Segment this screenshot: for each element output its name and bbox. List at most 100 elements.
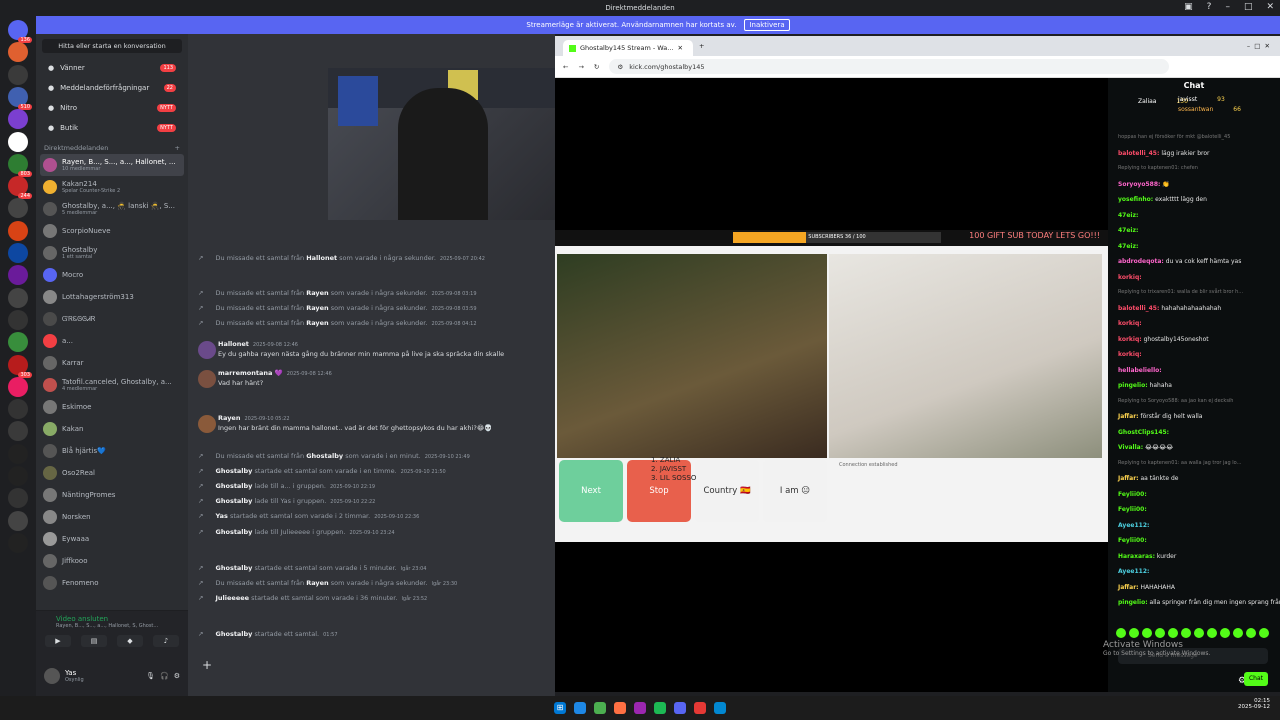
chat-username[interactable]: korkiq: xyxy=(1118,274,1142,281)
dm-item[interactable]: Blå hjärtis💙 xyxy=(36,440,188,462)
author-name[interactable]: Rayen xyxy=(218,414,240,422)
author-name[interactable]: Hallonet xyxy=(218,340,249,348)
chat-username[interactable]: Ayee112: xyxy=(1118,522,1149,529)
chat-username[interactable]: Feylii00: xyxy=(1118,491,1147,498)
nav-item[interactable]: ● Butik NYTT xyxy=(36,118,188,138)
firefox-icon[interactable] xyxy=(614,702,626,714)
dm-item[interactable]: Jiffkooo xyxy=(36,550,188,572)
server-icon[interactable] xyxy=(8,64,28,85)
chat-username[interactable]: korkiq: xyxy=(1118,336,1142,343)
avatar[interactable] xyxy=(198,415,216,433)
chat-username[interactable]: Feylii00: xyxy=(1118,506,1147,513)
chat-username[interactable]: GhostClips145: xyxy=(1118,429,1169,436)
tab-stream[interactable]: Ghostalby145 Stream - Wa... ✕ xyxy=(563,40,693,56)
country-button[interactable]: Country 🇪🇸 xyxy=(695,460,759,522)
server-icon[interactable] xyxy=(8,287,28,308)
next-button[interactable]: Next xyxy=(559,460,623,522)
dm-item[interactable]: Fenomeno xyxy=(36,572,188,594)
chat-username[interactable]: korkiq: xyxy=(1118,351,1142,358)
nav-item[interactable]: ● Nitro NYTT xyxy=(36,98,188,118)
server-icon[interactable]: 244 xyxy=(8,176,32,200)
server-icon[interactable]: 303 xyxy=(8,354,32,378)
chat-username[interactable]: pingelio: xyxy=(1118,382,1148,389)
new-tab-icon[interactable]: + xyxy=(699,42,704,50)
server-icon[interactable] xyxy=(8,332,28,353)
activity-icon[interactable]: ◆ xyxy=(117,635,143,647)
maximize-button[interactable]: □ xyxy=(1244,2,1253,12)
app-icon[interactable] xyxy=(574,702,586,714)
server-icon[interactable] xyxy=(8,131,28,152)
soundboard-icon[interactable]: ♪ xyxy=(153,635,179,647)
app-icon[interactable] xyxy=(634,702,646,714)
dm-item[interactable]: a... xyxy=(36,330,188,352)
chat-username[interactable]: pingelio: xyxy=(1118,599,1148,606)
site-info-icon[interactable]: ⚙ xyxy=(617,63,623,71)
dm-item[interactable]: ScorpioNueve xyxy=(36,220,188,242)
server-icon[interactable]: 136 xyxy=(8,20,32,43)
stream-player[interactable]: SUBSCRIBERS 36 / 100 100 GIFT SUB TODAY … xyxy=(555,78,1108,692)
server-icon[interactable] xyxy=(8,376,28,397)
avatar[interactable] xyxy=(198,341,216,359)
chat-username[interactable]: hellabeliello: xyxy=(1118,367,1162,374)
dm-item[interactable]: Oso2Real xyxy=(36,462,188,484)
server-icon[interactable] xyxy=(8,220,28,241)
chat-username[interactable]: balotelli_45: xyxy=(1118,150,1159,157)
chat-send-button[interactable]: Chat xyxy=(1244,672,1268,686)
chat-username[interactable]: abdrodeqota: xyxy=(1118,258,1164,265)
find-conversation-button[interactable]: Hitta eller starta en konversation xyxy=(42,39,182,53)
server-icon[interactable] xyxy=(8,421,28,442)
server-icon[interactable] xyxy=(8,443,28,464)
add-dm-icon[interactable]: + xyxy=(175,144,180,152)
minimize-button[interactable]: – xyxy=(1225,2,1230,12)
dm-item[interactable]: Eskimoe xyxy=(36,396,188,418)
chat-username[interactable]: Jaffar: xyxy=(1118,584,1139,591)
screen-share-icon[interactable]: ▤ xyxy=(81,635,107,647)
chat-username[interactable]: 47eiz: xyxy=(1118,227,1138,234)
forward-icon[interactable]: → xyxy=(578,63,583,71)
url-input[interactable]: ⚙ kick.com/ghostalby145 xyxy=(609,59,1170,74)
dm-item[interactable]: Mocro xyxy=(36,264,188,286)
close-tab-icon[interactable]: ✕ xyxy=(678,44,683,52)
server-icon[interactable] xyxy=(8,309,28,330)
chat-username[interactable]: Jaffar: xyxy=(1118,413,1139,420)
back-icon[interactable]: ← xyxy=(563,63,568,71)
webcam-video[interactable] xyxy=(328,68,555,220)
chat-username[interactable]: korkiq: xyxy=(1118,320,1142,327)
dm-item[interactable]: Lottahagerström313 xyxy=(36,286,188,308)
chat-username[interactable]: Feylii00: xyxy=(1118,537,1147,544)
server-icon[interactable]: 510 xyxy=(8,86,32,110)
dm-item[interactable]: Ghostalby, a..., 🥷 lanski 🥷, S... 5 medle… xyxy=(36,198,188,220)
discord-icon[interactable] xyxy=(674,702,686,714)
camera-icon[interactable]: ▶ xyxy=(45,635,71,647)
chat-username[interactable]: Vivalla: xyxy=(1118,444,1143,451)
headphones-icon[interactable]: 🎧 xyxy=(160,672,169,680)
dm-item[interactable]: NäntingPromes xyxy=(36,484,188,506)
server-icon[interactable] xyxy=(8,265,28,286)
avatar[interactable] xyxy=(198,370,216,388)
i-am-button[interactable]: I am 😐 xyxy=(763,460,827,522)
dm-item[interactable]: Kakan214 Spelar Counter-Strike 2 xyxy=(36,176,188,198)
author-name[interactable]: marremontana 💜 xyxy=(218,369,283,377)
leaderboard-entry[interactable]: javisst 93 xyxy=(1178,96,1225,103)
server-icon[interactable] xyxy=(8,42,28,63)
server-icon[interactable] xyxy=(8,510,28,531)
chat-username[interactable]: 47eiz: xyxy=(1118,212,1138,219)
server-icon[interactable] xyxy=(8,466,28,486)
chat-username[interactable]: Soryoyo588: xyxy=(1118,181,1160,188)
server-icon[interactable] xyxy=(8,488,28,509)
server-icon[interactable] xyxy=(8,198,28,219)
mic-icon[interactable]: 🎙 xyxy=(146,672,155,680)
dm-item[interactable]: Karrar xyxy=(36,352,188,374)
stream-video[interactable]: SUBSCRIBERS 36 / 100 100 GIFT SUB TODAY … xyxy=(555,230,1108,542)
chat-username[interactable]: Jaffar: xyxy=(1118,475,1139,482)
dm-item[interactable]: Kakan xyxy=(36,418,188,440)
dm-item[interactable]: Rayen, B..., S..., a..., Hallonet, ... 10… xyxy=(40,154,184,176)
chat-username[interactable]: balotelli_45: xyxy=(1118,305,1159,312)
chat-username[interactable]: yosefinho: xyxy=(1118,196,1153,203)
server-icon[interactable] xyxy=(8,532,28,553)
window-controls[interactable]: – □ ✕ xyxy=(1247,42,1270,50)
reload-icon[interactable]: ↻ xyxy=(594,63,599,71)
chat-username[interactable]: Ayee112: xyxy=(1118,568,1149,575)
nav-item[interactable]: ● Meddelandeförfrågningar 22 xyxy=(36,78,188,98)
dm-item[interactable]: Norsken xyxy=(36,506,188,528)
